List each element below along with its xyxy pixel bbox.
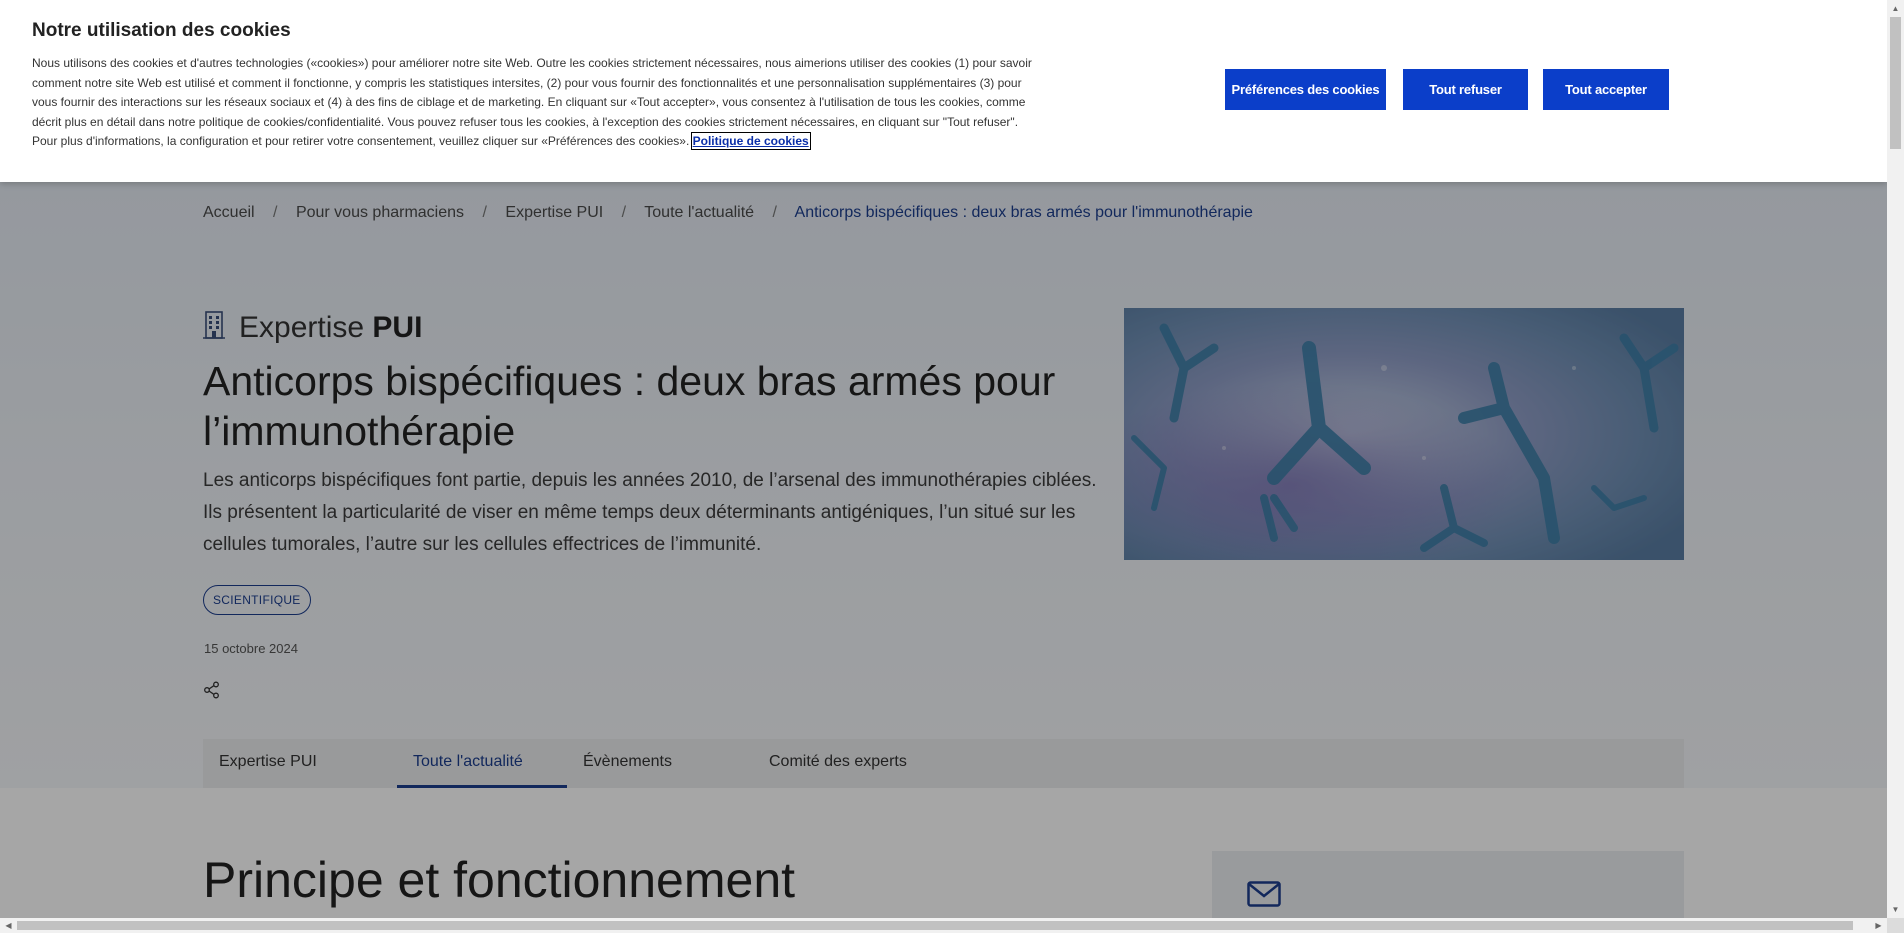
cookie-title: Notre utilisation des cookies — [32, 20, 291, 41]
cookie-description-text: Nous utilisons des cookies et d'autres t… — [32, 56, 1032, 148]
accept-all-button[interactable]: Tout accepter — [1543, 69, 1669, 110]
horizontal-scroll-thumb[interactable] — [17, 921, 1853, 930]
scroll-down-icon[interactable]: ▼ — [1887, 901, 1904, 918]
scrollbar-corner — [1887, 918, 1904, 933]
scroll-right-icon[interactable]: ▶ — [1870, 918, 1887, 933]
scroll-up-icon[interactable]: ▲ — [1887, 0, 1904, 17]
cookie-policy-link[interactable]: Politique de cookies — [690, 132, 811, 150]
reject-all-button[interactable]: Tout refuser — [1403, 69, 1528, 110]
page: Accueil / Pour vous pharmaciens / Expert… — [0, 0, 1887, 918]
vertical-scrollbar[interactable]: ▲ ▼ — [1887, 0, 1904, 918]
cookie-description: Nous utilisons des cookies et d'autres t… — [32, 54, 1032, 152]
cookie-preferences-button[interactable]: Préférences des cookies — [1225, 69, 1386, 110]
vertical-scroll-thumb[interactable] — [1890, 17, 1901, 149]
horizontal-scrollbar[interactable]: ◀ ▶ — [0, 918, 1887, 933]
cookie-banner: Notre utilisation des cookies Nous utili… — [0, 0, 1887, 182]
scroll-left-icon[interactable]: ◀ — [0, 918, 17, 933]
